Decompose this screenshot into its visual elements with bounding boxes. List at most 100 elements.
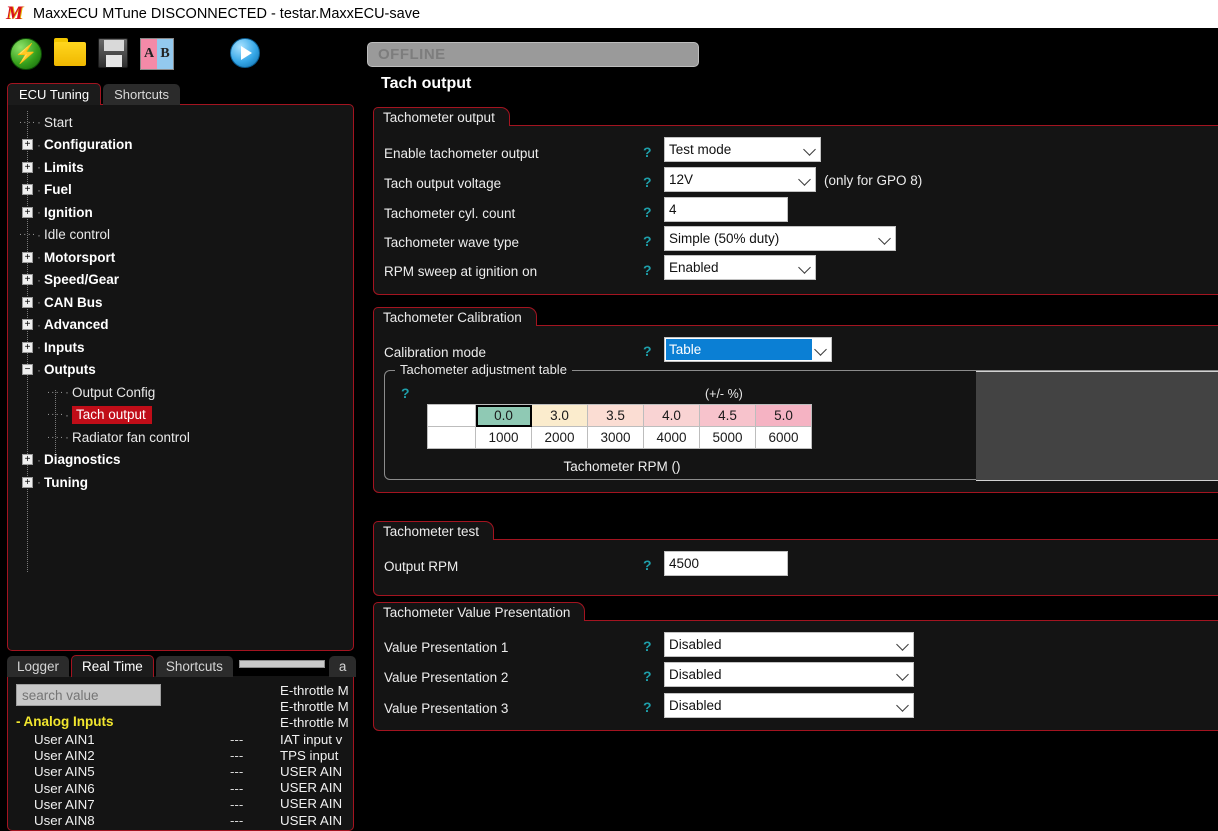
- tree-item-start[interactable]: ···· · Start: [8, 111, 353, 134]
- rpm-sweep-select[interactable]: Enabled: [664, 255, 816, 280]
- tree-item-diagnostics[interactable]: + · Diagnostics: [8, 449, 353, 472]
- play-icon[interactable]: [230, 38, 260, 70]
- expand-plus-icon[interactable]: +: [22, 341, 33, 353]
- help-icon-rpm-sweep[interactable]: ?: [643, 262, 652, 278]
- open-folder-icon[interactable]: [54, 38, 86, 70]
- help-icon-calibration-mode[interactable]: ?: [643, 343, 652, 359]
- table-cell-value-2[interactable]: 3.5: [587, 404, 644, 427]
- table-cell-rpm-2[interactable]: 3000: [587, 426, 644, 449]
- help-icon-enable-tachometer-output[interactable]: ?: [643, 144, 652, 160]
- tachometer-adjustment-table[interactable]: 0.0 3.0 3.5 4.0 4.5 5.0 1000 2000 3000 4000 5000 6…: [427, 404, 812, 449]
- note-gpo8: (only for GPO 8): [824, 173, 923, 188]
- help-icon-value-presentation-3[interactable]: ?: [643, 699, 652, 715]
- list-item-right[interactable]: USER AIN: [280, 813, 342, 829]
- ab-left-label: A: [141, 39, 157, 69]
- value-presentation-3-select-wrap[interactable]: Disabled: [664, 693, 914, 718]
- expand-plus-icon[interactable]: +: [22, 274, 33, 286]
- tach-output-voltage-select-wrap[interactable]: 12V: [664, 167, 816, 192]
- list-item-right[interactable]: USER AIN: [280, 764, 342, 780]
- table-cell-rpm-3[interactable]: 4000: [643, 426, 700, 449]
- collapse-minus-icon[interactable]: −: [22, 364, 33, 376]
- tree-item-label: Radiator fan control: [72, 429, 190, 445]
- tree-item-advanced[interactable]: + · Advanced: [8, 314, 353, 337]
- help-icon-output-rpm[interactable]: ?: [643, 557, 652, 573]
- table-cell-rpm-5[interactable]: 6000: [755, 426, 812, 449]
- expand-plus-icon[interactable]: +: [22, 319, 33, 331]
- tachometer-wave-type-select[interactable]: Simple (50% duty): [664, 226, 896, 251]
- navigation-tree[interactable]: ···· · Start + · Configuration + · Limits + · Fuel +…: [7, 104, 354, 651]
- search-input[interactable]: [16, 684, 161, 706]
- list-item-right[interactable]: E-throttle M: [280, 699, 349, 715]
- table-cell-value-5[interactable]: 5.0: [755, 404, 812, 427]
- value-presentation-3-select[interactable]: Disabled: [664, 693, 914, 718]
- tree-item-inputs[interactable]: + · Inputs: [8, 336, 353, 359]
- table-cell-value-4[interactable]: 4.5: [699, 404, 756, 427]
- save-icon[interactable]: [98, 38, 128, 70]
- calibration-mode-select[interactable]: [664, 337, 832, 362]
- list-item-right[interactable]: IAT input v: [280, 732, 342, 748]
- tab-a[interactable]: a: [328, 656, 357, 677]
- table-cell-value-3[interactable]: 4.0: [643, 404, 700, 427]
- tach-output-voltage-select[interactable]: 12V: [664, 167, 816, 192]
- help-icon-value-presentation-1[interactable]: ?: [643, 638, 652, 654]
- help-icon-tach-output-voltage[interactable]: ?: [643, 174, 652, 190]
- tab-real-time[interactable]: Real Time: [71, 655, 154, 677]
- value-presentation-1-select-wrap[interactable]: Disabled: [664, 632, 914, 657]
- tree-item-outputs[interactable]: − · Outputs: [8, 359, 353, 382]
- expand-plus-icon[interactable]: +: [22, 251, 33, 263]
- list-item-right[interactable]: E-throttle M: [280, 683, 349, 699]
- calibration-scroll-area[interactable]: [976, 371, 1218, 481]
- tree-item-idle-control[interactable]: ···· · Idle control: [8, 224, 353, 247]
- list-item-right[interactable]: USER AIN: [280, 780, 342, 796]
- help-icon-tachometer-cyl-count[interactable]: ?: [643, 204, 652, 220]
- help-icon-value-presentation-2[interactable]: ?: [643, 668, 652, 684]
- expand-plus-icon[interactable]: +: [22, 139, 33, 151]
- tree-item-output-config[interactable]: ···· · Output Config: [8, 381, 353, 404]
- tree-item-radiator-fan-control[interactable]: ···· · Radiator fan control: [8, 426, 353, 449]
- tachometer-wave-type-select-wrap[interactable]: Simple (50% duty): [664, 226, 896, 251]
- help-icon-tachometer-wave-type[interactable]: ?: [643, 233, 652, 249]
- tree-item-tuning[interactable]: + · Tuning: [8, 471, 353, 494]
- expand-plus-icon[interactable]: +: [22, 476, 33, 488]
- expand-plus-icon[interactable]: +: [22, 161, 33, 173]
- connect-icon[interactable]: ⚡: [10, 38, 42, 70]
- table-cell-rpm-4[interactable]: 5000: [699, 426, 756, 449]
- list-item-right[interactable]: E-throttle M: [280, 715, 349, 731]
- enable-tachometer-output-select-wrap[interactable]: Test mode: [664, 137, 821, 162]
- compare-ab-icon[interactable]: A B: [140, 38, 174, 70]
- tab-shortcuts-bottom[interactable]: Shortcuts: [155, 656, 233, 677]
- value-presentation-2-select[interactable]: Disabled: [664, 662, 914, 687]
- table-cell-rpm-0[interactable]: 1000: [475, 426, 532, 449]
- list-item-right[interactable]: USER AIN: [280, 796, 342, 812]
- output-rpm-input[interactable]: [664, 551, 788, 576]
- group-header-analog-inputs[interactable]: - Analog Inputs: [16, 714, 114, 729]
- expand-plus-icon[interactable]: +: [22, 296, 33, 308]
- tree-item-tach-output[interactable]: ···· · Tach output: [8, 404, 353, 427]
- help-icon-adjustment-table[interactable]: ?: [401, 385, 410, 401]
- value-presentation-2-select-wrap[interactable]: Disabled: [664, 662, 914, 687]
- table-cell-value-1[interactable]: 3.0: [531, 404, 588, 427]
- enable-tachometer-output-select[interactable]: Test mode: [664, 137, 821, 162]
- collapse-icon[interactable]: -: [16, 714, 21, 729]
- expand-plus-icon[interactable]: +: [22, 454, 33, 466]
- table-cell-rpm-1[interactable]: 2000: [531, 426, 588, 449]
- tree-item-speed-gear[interactable]: + · Speed/Gear: [8, 269, 353, 292]
- calibration-mode-select-wrap[interactable]: Table: [664, 337, 832, 362]
- tab-logger[interactable]: Logger: [7, 656, 70, 677]
- tab-ecu-tuning[interactable]: ECU Tuning: [7, 83, 102, 105]
- tab-scrollbar-thumb[interactable]: [238, 660, 325, 668]
- tree-item-can-bus[interactable]: + · CAN Bus: [8, 291, 353, 314]
- tree-item-configuration[interactable]: + · Configuration: [8, 134, 353, 157]
- tree-item-motorsport[interactable]: + · Motorsport: [8, 246, 353, 269]
- tree-item-limits[interactable]: + · Limits: [8, 156, 353, 179]
- tab-shortcuts[interactable]: Shortcuts: [103, 84, 181, 105]
- table-cell-value-0[interactable]: 0.0: [475, 404, 532, 427]
- tachometer-cyl-count-input[interactable]: [664, 197, 788, 222]
- expand-plus-icon[interactable]: +: [22, 206, 33, 218]
- value-presentation-1-select[interactable]: Disabled: [664, 632, 914, 657]
- expand-plus-icon[interactable]: +: [22, 184, 33, 196]
- tree-item-ignition[interactable]: + · Ignition: [8, 201, 353, 224]
- tree-item-fuel[interactable]: + · Fuel: [8, 179, 353, 202]
- rpm-sweep-select-wrap[interactable]: Enabled: [664, 255, 816, 280]
- list-item-right[interactable]: TPS input: [280, 748, 338, 764]
